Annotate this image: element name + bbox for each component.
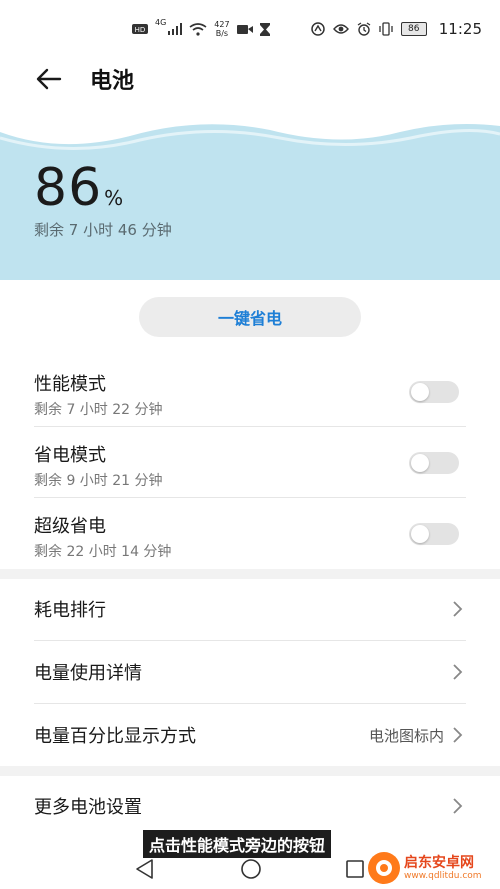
power-consumption-ranking-row[interactable]: 耗电排行: [0, 578, 500, 640]
mode-remaining: 剩余 22 小时 14 分钟: [34, 544, 172, 560]
status-left: HD 4G 427 B/s: [132, 18, 270, 40]
status-bar: HD 4G 427 B/s 86 11:25: [0, 0, 500, 58]
eye-icon: [332, 24, 349, 34]
row-value: 电池图标内: [368, 727, 444, 745]
svg-text:HD: HD: [135, 26, 146, 34]
power-usage-details-row[interactable]: 电量使用详情: [0, 641, 500, 703]
mode-title: 省电模式: [34, 445, 106, 466]
battery-level: 86: [408, 23, 420, 34]
nav-back-icon[interactable]: [134, 857, 156, 881]
back-arrow-icon[interactable]: [34, 64, 64, 94]
battery-percentage: 86%: [34, 158, 124, 218]
chevron-right-icon: [453, 727, 463, 743]
mode-remaining: 剩余 9 小时 21 分钟: [34, 473, 163, 489]
page-title: 电池: [90, 69, 135, 94]
mode-row-performance: 性能模式 剩余 7 小时 22 分钟: [0, 364, 500, 434]
nfc-icon: [311, 22, 325, 36]
toggle-knob: [411, 454, 429, 472]
hourglass-icon: [259, 22, 270, 36]
watermark-logo-icon: [368, 852, 400, 884]
mode-row-ultra-saving: 超级省电 剩余 22 小时 14 分钟: [0, 506, 500, 576]
mode-title: 超级省电: [34, 516, 106, 537]
one-click-save-button[interactable]: 一键省电: [139, 297, 361, 337]
divider: [34, 497, 466, 498]
network-speed: 427 B/s: [214, 20, 229, 38]
percent-symbol: %: [104, 186, 125, 210]
chevron-right-icon: [453, 798, 463, 814]
battery-percentage-display-row[interactable]: 电量百分比显示方式 电池图标内: [0, 704, 500, 766]
toggle-knob: [411, 383, 429, 401]
power-saving-mode-toggle[interactable]: [409, 452, 459, 474]
one-click-save-label: 一键省电: [217, 309, 282, 328]
watermark-url: www.qdlitdu.com: [404, 870, 482, 881]
title-bar: 电池: [0, 58, 500, 118]
vibrate-icon: [379, 22, 393, 36]
network-type: 4G: [155, 18, 167, 27]
watermark: 启东安卓网 www.qdlitdu.com: [368, 850, 498, 886]
row-label: 更多电池设置: [34, 797, 142, 818]
mode-title: 性能模式: [34, 374, 106, 395]
row-label: 耗电排行: [34, 600, 106, 621]
speed-value: 427: [214, 20, 230, 29]
caption-text: 点击性能模式旁边的按钮: [149, 836, 326, 855]
chevron-right-icon: [453, 601, 463, 617]
row-label: 电量使用详情: [34, 663, 142, 684]
status-right: 86 11:25: [311, 18, 482, 40]
hd-icon: HD: [132, 24, 148, 34]
watermark-text: 启东安卓网 www.qdlitdu.com: [404, 855, 482, 882]
mode-remaining: 剩余 7 小时 22 分钟: [34, 402, 163, 418]
chevron-right-icon: [453, 664, 463, 680]
signal-icon: [168, 23, 183, 35]
row-label: 电量百分比显示方式: [34, 726, 196, 747]
battery-percentage-value: 86: [34, 158, 103, 218]
ultra-saving-mode-toggle[interactable]: [409, 523, 459, 545]
more-battery-settings-row[interactable]: 更多电池设置: [0, 775, 500, 837]
watermark-name: 启东安卓网: [404, 854, 474, 871]
speed-unit: B/s: [215, 29, 229, 38]
battery-remaining-time: 剩余 7 小时 46 分钟: [34, 221, 172, 239]
mode-row-power-saving: 省电模式 剩余 9 小时 21 分钟: [0, 435, 500, 505]
video-icon: [236, 24, 253, 34]
wave-decoration: [0, 118, 500, 150]
battery-icon: 86: [400, 22, 427, 36]
wifi-icon: [189, 22, 207, 36]
performance-mode-toggle[interactable]: [409, 381, 459, 403]
toggle-knob: [411, 525, 429, 543]
alarm-icon: [357, 22, 371, 36]
battery-hero: 86% 剩余 7 小时 46 分钟: [0, 118, 500, 280]
clock: 11:25: [438, 20, 482, 38]
nav-recent-icon[interactable]: [344, 857, 366, 881]
caption-overlay: 点击性能模式旁边的按钮: [143, 830, 332, 858]
nav-home-icon[interactable]: [239, 857, 263, 881]
divider: [34, 426, 466, 427]
